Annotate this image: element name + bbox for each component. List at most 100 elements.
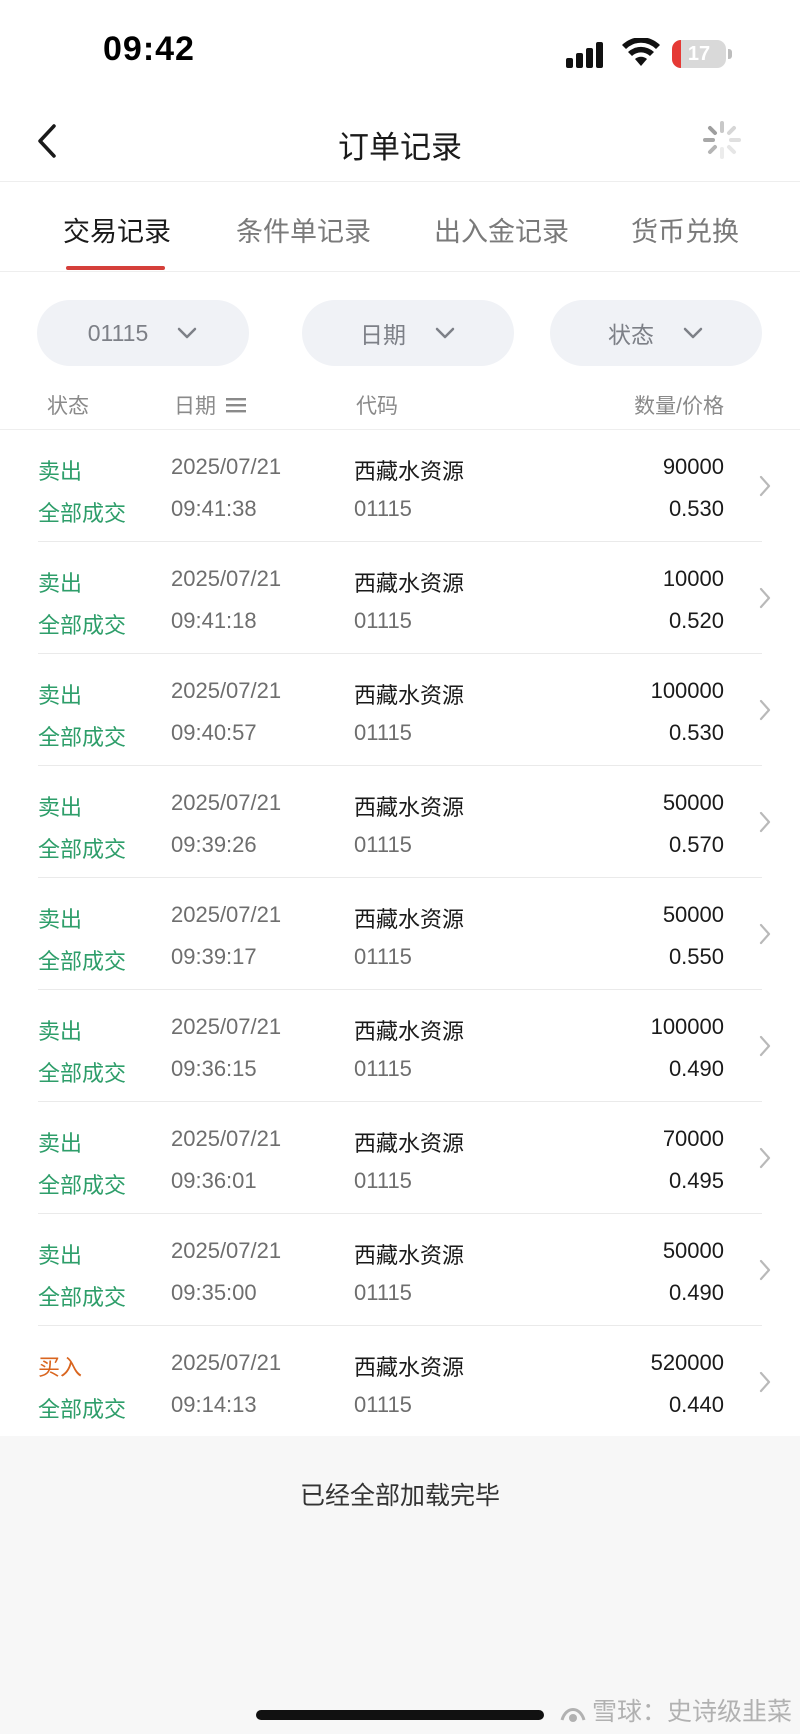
date-filter-dropdown[interactable]: 日期 xyxy=(302,300,514,366)
order-row[interactable]: 卖出 全部成交 2025/07/21 09:39:26 西藏水资源 01115 … xyxy=(0,766,800,878)
chevron-right-icon xyxy=(759,475,771,497)
column-header-date-label: 日期 xyxy=(174,395,216,418)
battery-level: 17 xyxy=(687,43,711,65)
battery-indicator: 17 xyxy=(672,40,726,68)
order-price: 0.550 xyxy=(668,944,724,969)
order-time: 09:39:26 xyxy=(171,832,257,857)
active-tab-indicator xyxy=(66,266,165,270)
order-quantity: 50000 xyxy=(662,1238,724,1263)
order-date: 2025/07/21 xyxy=(171,790,282,815)
order-time: 09:36:15 xyxy=(171,1056,257,1081)
order-quantity: 10000 xyxy=(662,566,724,591)
column-header-date[interactable]: 日期 xyxy=(174,390,246,420)
order-date: 2025/07/21 xyxy=(171,1014,282,1039)
order-date: 2025/07/21 xyxy=(171,566,282,591)
chevron-right-icon xyxy=(759,811,771,833)
order-status: 全部成交 xyxy=(38,501,127,526)
stock-code: 01115 xyxy=(354,1056,412,1081)
order-row[interactable]: 卖出 全部成交 2025/07/21 09:36:01 西藏水资源 01115 … xyxy=(0,1102,800,1214)
stock-code: 01115 xyxy=(354,944,412,969)
load-complete-text: 已经全部加载完毕 xyxy=(299,1482,500,1510)
order-side: 卖出 xyxy=(38,1131,83,1156)
order-row[interactable]: 卖出 全部成交 2025/07/21 09:40:57 西藏水资源 01115 … xyxy=(0,654,800,766)
status-filter-value: 状态 xyxy=(608,322,654,348)
stock-name: 西藏水资源 xyxy=(354,907,465,932)
tab-bar: 交易记录 条件单记录 出入金记录 货币兑换 xyxy=(0,182,800,272)
order-quantity: 50000 xyxy=(662,902,724,927)
order-side: 卖出 xyxy=(38,1243,83,1268)
page-title: 订单记录 xyxy=(338,130,462,165)
stock-name: 西藏水资源 xyxy=(354,459,465,484)
order-status: 全部成交 xyxy=(38,1397,127,1422)
status-bar: 09:42 17 xyxy=(0,0,800,100)
order-time: 09:36:01 xyxy=(171,1168,257,1193)
order-status: 全部成交 xyxy=(38,725,127,750)
stock-code: 01115 xyxy=(354,1392,412,1417)
order-price: 0.495 xyxy=(668,1168,724,1193)
tab-currency-exchange[interactable]: 货币兑换 xyxy=(631,210,739,249)
order-price: 0.440 xyxy=(668,1392,724,1417)
order-date: 2025/07/21 xyxy=(171,454,282,479)
cellular-signal-icon xyxy=(566,42,603,68)
stock-name: 西藏水资源 xyxy=(354,571,465,596)
status-time: 09:42 xyxy=(103,30,195,68)
order-quantity: 90000 xyxy=(662,454,724,479)
order-status: 全部成交 xyxy=(38,613,127,638)
order-side: 卖出 xyxy=(38,571,83,596)
order-date: 2025/07/21 xyxy=(171,678,282,703)
chevron-right-icon xyxy=(759,1147,771,1169)
order-row[interactable]: 卖出 全部成交 2025/07/21 09:41:18 西藏水资源 01115 … xyxy=(0,542,800,654)
chevron-down-icon xyxy=(178,327,197,339)
stock-name: 西藏水资源 xyxy=(354,1131,465,1156)
order-date: 2025/07/21 xyxy=(171,1126,282,1151)
order-status: 全部成交 xyxy=(38,837,127,862)
stock-code: 01115 xyxy=(354,1168,412,1193)
chevron-right-icon xyxy=(759,1371,771,1393)
stock-name: 西藏水资源 xyxy=(354,795,465,820)
order-time: 09:14:13 xyxy=(171,1392,257,1417)
order-date: 2025/07/21 xyxy=(171,1238,282,1263)
chevron-right-icon xyxy=(759,1259,771,1281)
order-quantity: 50000 xyxy=(662,790,724,815)
tab-deposit-withdrawal[interactable]: 出入金记录 xyxy=(434,210,569,249)
order-row[interactable]: 卖出 全部成交 2025/07/21 09:35:00 西藏水资源 01115 … xyxy=(0,1214,800,1326)
loading-spinner-icon xyxy=(703,121,741,159)
order-quantity: 70000 xyxy=(662,1126,724,1151)
date-filter-value: 日期 xyxy=(360,322,406,348)
code-filter-dropdown[interactable]: 01115 xyxy=(37,300,249,366)
order-time: 09:39:17 xyxy=(171,944,257,969)
order-price: 0.530 xyxy=(668,496,724,521)
order-row[interactable]: 买入 全部成交 2025/07/21 09:14:13 西藏水资源 01115 … xyxy=(0,1326,800,1438)
status-filter-dropdown[interactable]: 状态 xyxy=(550,300,762,366)
order-side: 卖出 xyxy=(38,1019,83,1044)
column-header-code: 代码 xyxy=(356,395,398,418)
order-quantity: 100000 xyxy=(650,1014,724,1039)
stock-code: 01115 xyxy=(354,1280,412,1305)
order-time: 09:35:00 xyxy=(171,1280,257,1305)
order-status: 全部成交 xyxy=(38,949,127,974)
stock-name: 西藏水资源 xyxy=(354,1019,465,1044)
order-quantity: 100000 xyxy=(650,678,724,703)
home-indicator xyxy=(256,1710,544,1720)
order-side: 买入 xyxy=(38,1355,83,1380)
stock-name: 西藏水资源 xyxy=(354,1355,465,1380)
order-row[interactable]: 卖出 全部成交 2025/07/21 09:41:38 西藏水资源 01115 … xyxy=(0,430,800,542)
tab-trade-records[interactable]: 交易记录 xyxy=(63,210,171,249)
order-side: 卖出 xyxy=(38,459,83,484)
stock-name: 西藏水资源 xyxy=(354,1243,465,1268)
tab-conditional-orders[interactable]: 条件单记录 xyxy=(236,210,371,249)
order-side: 卖出 xyxy=(38,795,83,820)
order-time: 09:40:57 xyxy=(171,720,257,745)
chevron-right-icon xyxy=(759,923,771,945)
sort-list-icon[interactable] xyxy=(225,397,246,413)
order-row[interactable]: 卖出 全部成交 2025/07/21 09:36:15 西藏水资源 01115 … xyxy=(0,990,800,1102)
order-price: 0.530 xyxy=(668,720,724,745)
chevron-right-icon xyxy=(759,1035,771,1057)
order-row[interactable]: 卖出 全部成交 2025/07/21 09:39:17 西藏水资源 01115 … xyxy=(0,878,800,990)
order-price: 0.490 xyxy=(668,1280,724,1305)
order-list: 卖出 全部成交 2025/07/21 09:41:38 西藏水资源 01115 … xyxy=(0,430,800,1438)
battery-cap xyxy=(728,49,732,59)
code-filter-value: 01115 xyxy=(87,319,149,346)
order-side: 卖出 xyxy=(38,907,83,932)
stock-code: 01115 xyxy=(354,608,412,633)
